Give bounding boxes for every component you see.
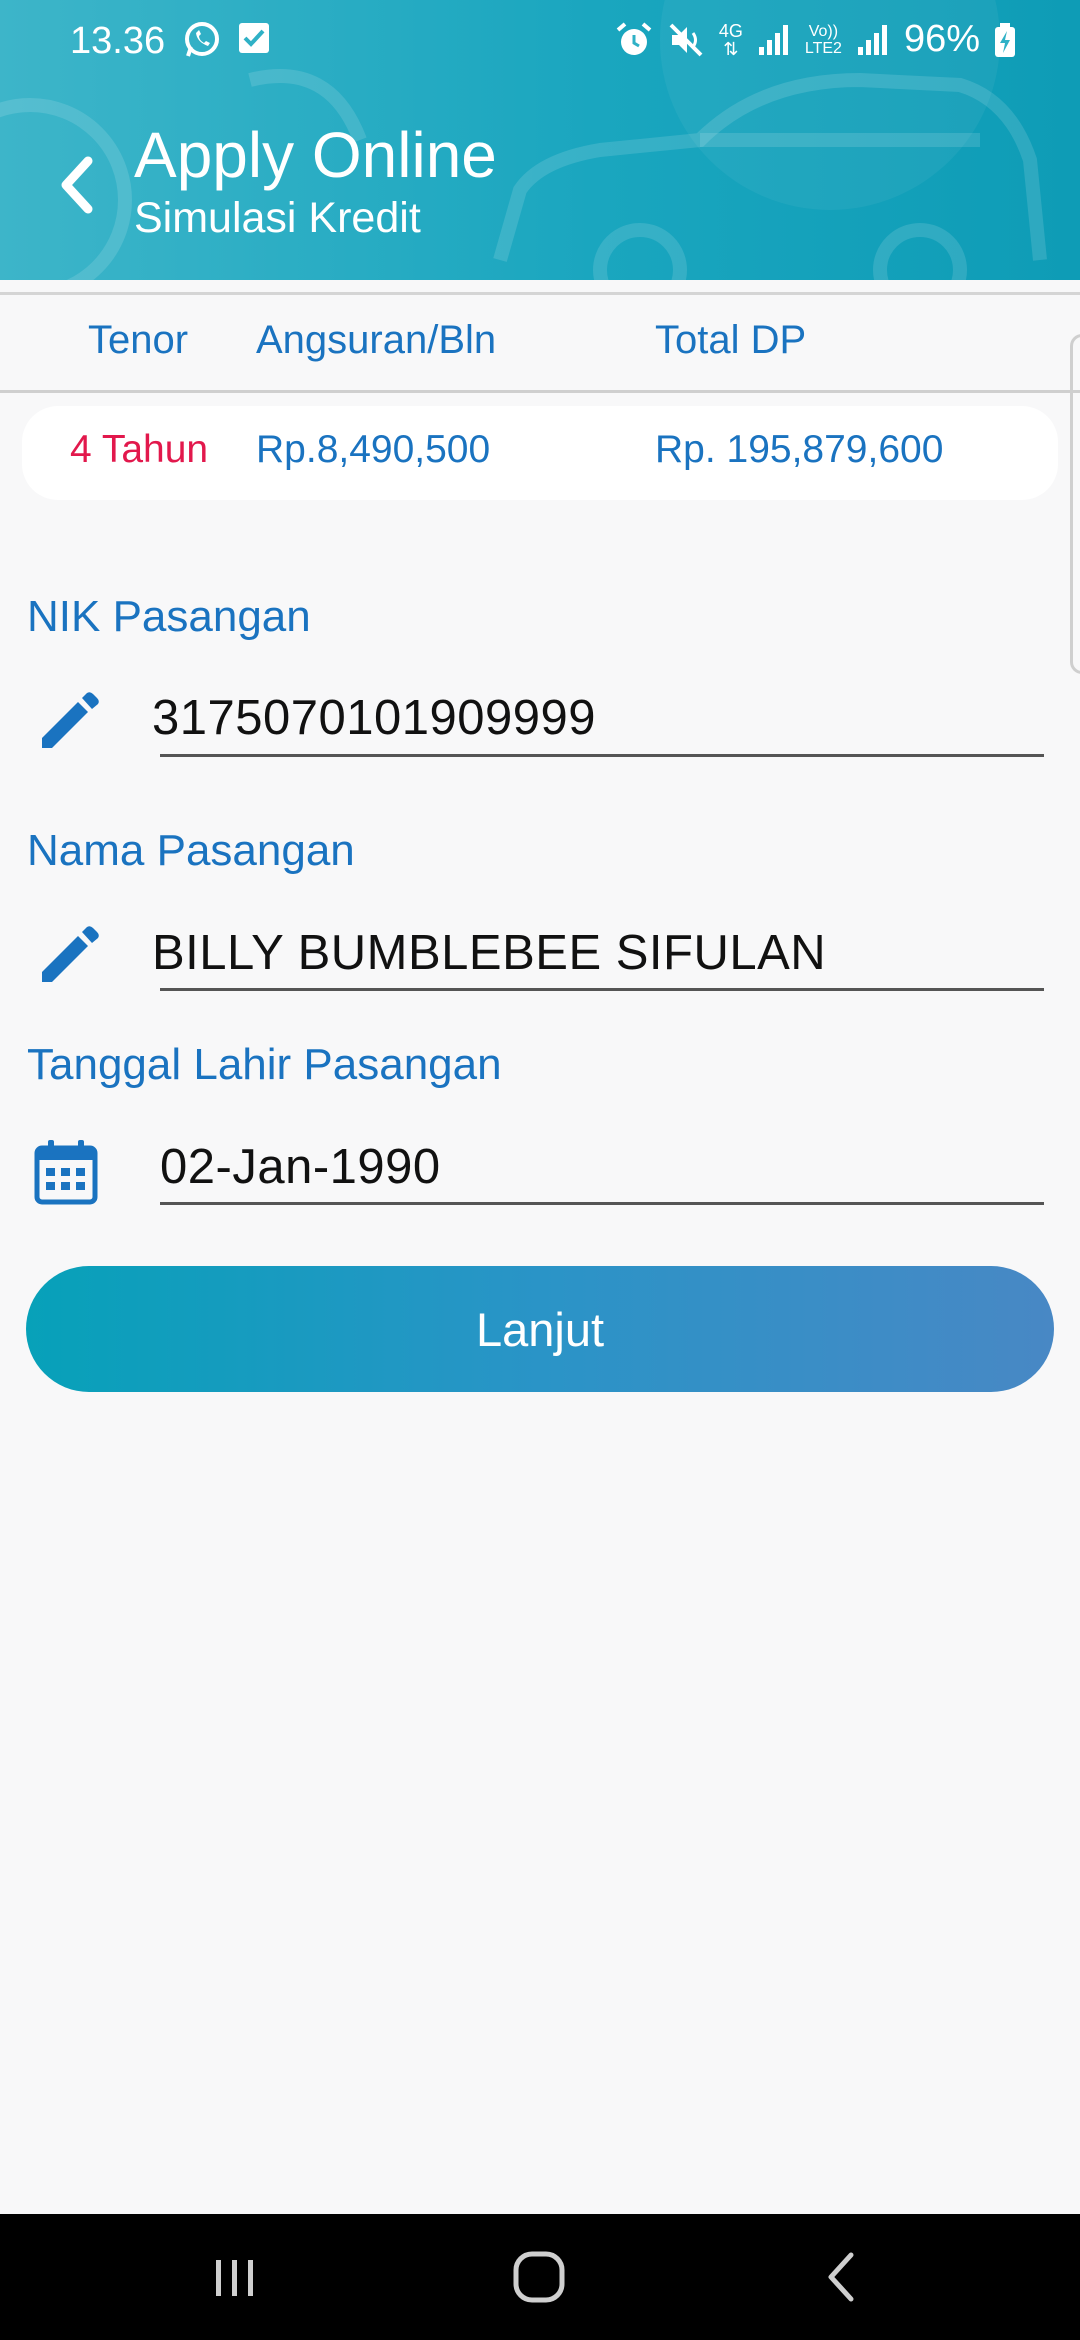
volte-label-top: Vo)) [808,22,839,40]
4g-label: 4G [718,20,743,41]
cell-total-dp: Rp. 195,879,600 [655,428,944,471]
whatsapp-icon [185,22,219,57]
home-icon [513,2251,565,2303]
table-header-divider [0,390,1080,393]
back-button[interactable] [40,140,112,230]
alarm-icon [616,21,652,55]
cell-angsuran: Rp.8,490,500 [256,428,491,471]
column-header-angsuran: Angsuran/Bln [256,318,497,362]
chevron-left-icon [61,156,93,214]
calendar-icon[interactable] [30,1136,102,1208]
4g-icon: 4G ⇅ [718,20,743,59]
nik-pasangan-input[interactable]: 3175070101909999 [152,690,596,746]
system-back-button[interactable] [796,2236,886,2318]
battery-percentage: 96% [903,18,980,60]
nama-pasangan-underline [160,988,1044,991]
cell-tenor: 4 Tahun [70,428,209,471]
table-top-divider [0,292,1080,295]
volte-label-bottom: LTE2 [804,39,842,57]
volte-icon: Vo)) LTE2 [805,23,842,57]
status-time: 13.36 [70,20,166,62]
page-subtitle: Simulasi Kredit [134,194,421,242]
nik-pasangan-underline [160,754,1044,757]
nama-pasangan-label: Nama Pasangan [27,826,355,875]
recent-apps-icon [216,2260,253,2296]
battery-charging-icon [995,22,1015,57]
lanjut-button-label: Lanjut [475,1302,605,1356]
checkbox-notification-icon [239,23,269,53]
system-navigation-bar [0,2214,1080,2340]
back-icon [828,2252,854,2302]
status-bar: 13.36 4G ⇅ Vo)) LTE2 96% [0,0,1080,82]
column-header-tenor: Tenor [88,318,189,362]
app-header: 13.36 4G ⇅ Vo)) LTE2 96% Apply Online Si… [0,0,1080,280]
pencil-icon[interactable] [32,922,104,994]
nik-pasangan-label: NIK Pasangan [27,592,311,641]
tanggal-lahir-label: Tanggal Lahir Pasangan [27,1040,502,1089]
home-button[interactable] [494,2236,584,2318]
pencil-icon[interactable] [32,688,104,760]
nama-pasangan-input[interactable]: BILLY BUMBLEBEE SIFULAN [152,925,826,981]
lanjut-button[interactable]: Lanjut [26,1266,1054,1392]
recent-apps-button[interactable] [190,2236,280,2318]
tanggal-lahir-underline [160,1202,1044,1205]
signal-icon [857,24,887,55]
mute-icon [669,23,703,56]
tanggal-lahir-input[interactable]: 02-Jan-1990 [160,1139,441,1195]
column-header-total-dp: Total DP [655,318,807,362]
scroll-indicator[interactable] [1070,334,1080,674]
signal-icon [758,24,788,55]
page-title: Apply Online [134,119,497,191]
